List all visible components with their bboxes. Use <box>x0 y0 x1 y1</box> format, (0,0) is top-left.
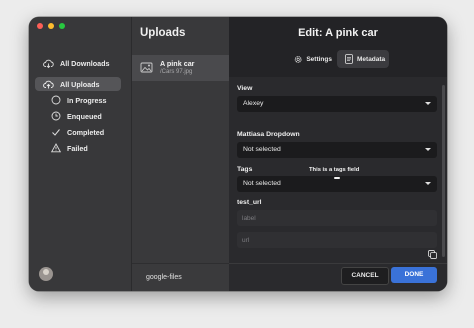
sidebar-item-label: In Progress <box>67 95 107 105</box>
upload-filename: /Cars 97.jpg <box>160 69 193 75</box>
tooltip: This is a tags field <box>309 167 360 173</box>
list-item[interactable]: A pink car /Cars 97.jpg <box>132 55 230 81</box>
cancel-button[interactable]: CANCEL <box>341 267 389 285</box>
copy-icon[interactable] <box>428 250 437 259</box>
dropdown-label: Mattiasa Dropdown <box>237 131 300 138</box>
uploads-title: Uploads <box>140 27 186 39</box>
test-url-url-input[interactable]: url <box>237 232 437 248</box>
caret-down-icon <box>425 182 431 185</box>
select-value: Not selected <box>243 180 281 187</box>
edit-footer: CANCEL DONE <box>229 263 447 291</box>
view-select[interactable]: Alexey <box>237 96 437 112</box>
sidebar-item-failed[interactable]: Failed <box>51 143 88 153</box>
caret-down-icon <box>425 148 431 151</box>
select-value: Alexey <box>243 100 264 107</box>
tab-settings[interactable]: Settings <box>293 50 332 68</box>
cloud-upload-icon <box>43 80 54 88</box>
sidebar-item-label: Enqueued <box>67 111 102 121</box>
uploads-list-panel: Uploads A pink car /Cars 97.jpg google-f… <box>131 17 230 291</box>
sidebar-item-all-downloads[interactable]: All Downloads <box>43 59 110 68</box>
gear-icon <box>294 55 302 63</box>
sidebar-item-label: All Uploads <box>60 79 100 89</box>
input-placeholder: label <box>242 214 256 222</box>
scrollbar[interactable] <box>442 85 445 257</box>
sidebar-item-enqueued[interactable]: Enqueued <box>51 111 102 121</box>
caret-down-icon <box>425 102 431 105</box>
metadata-form: View Alexey Mattiasa Dropdown Not select… <box>229 77 447 263</box>
zoom-window-button[interactable] <box>59 23 65 29</box>
minimize-window-button[interactable] <box>48 23 54 29</box>
test-url-label-input[interactable]: label <box>237 210 437 226</box>
close-window-button[interactable] <box>37 23 43 29</box>
test-url-label: test_url <box>237 199 262 206</box>
sidebar: All Downloads All Uploads In Progress En… <box>29 17 131 291</box>
avatar[interactable] <box>39 267 53 281</box>
tab-label: Metadata <box>357 55 386 63</box>
edit-title: Edit: A pink car <box>298 27 378 39</box>
window-controls <box>37 23 65 29</box>
tab-label: Settings <box>306 55 332 63</box>
sidebar-item-label: Completed <box>67 127 105 137</box>
list-footer: google-files <box>132 263 230 291</box>
input-placeholder: url <box>242 236 250 244</box>
select-value: Not selected <box>243 146 281 153</box>
progress-circle-icon <box>51 95 61 105</box>
document-icon <box>345 54 353 64</box>
edit-panel: Edit: A pink car Settings Metadata View … <box>229 17 447 291</box>
sidebar-item-in-progress[interactable]: In Progress <box>51 95 107 105</box>
warning-icon <box>51 143 61 153</box>
sidebar-item-label: All Downloads <box>60 59 110 68</box>
cloud-download-icon <box>43 59 54 68</box>
image-icon <box>140 62 153 73</box>
upload-title: A pink car <box>160 59 195 68</box>
sidebar-item-completed[interactable]: Completed <box>51 127 104 137</box>
tags-label: Tags <box>237 166 253 173</box>
view-label: View <box>237 85 253 92</box>
checkmark-icon <box>52 129 60 136</box>
mattiasa-dropdown-select[interactable]: Not selected <box>237 142 437 158</box>
storage-name[interactable]: google-files <box>146 274 182 281</box>
sidebar-item-label: Failed <box>67 143 88 153</box>
tab-metadata[interactable]: Metadata <box>337 50 389 68</box>
cursor-marker <box>334 177 340 179</box>
app-window: All Downloads All Uploads In Progress En… <box>29 17 447 291</box>
clock-icon <box>51 111 61 121</box>
done-button[interactable]: DONE <box>391 267 437 283</box>
sidebar-item-all-uploads[interactable]: All Uploads <box>35 77 121 91</box>
